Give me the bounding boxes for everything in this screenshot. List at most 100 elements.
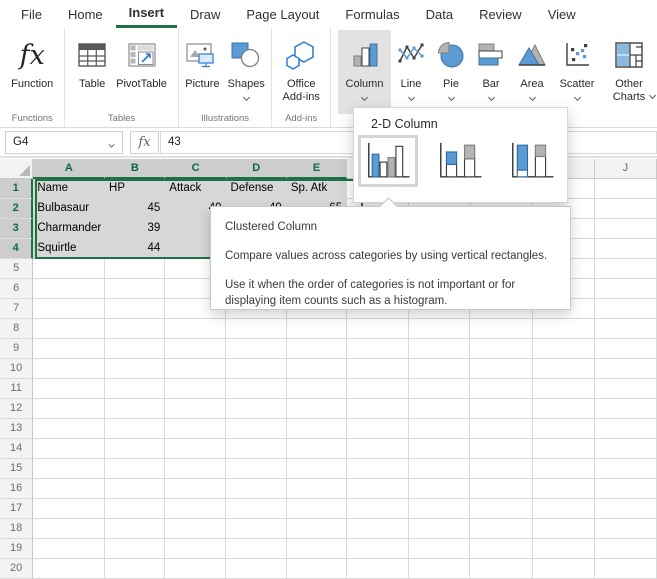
row-header-19[interactable]: 19 — [0, 539, 34, 559]
cell-A13[interactable] — [33, 419, 105, 439]
table-button[interactable]: Table — [72, 30, 112, 91]
cell-B4[interactable]: 44 — [105, 239, 166, 259]
line-dropdown-chevron-icon[interactable] — [407, 94, 416, 102]
cell-F11[interactable] — [347, 379, 410, 399]
cell-E12[interactable] — [286, 399, 348, 419]
cell-I13[interactable] — [532, 419, 595, 439]
row-header-18[interactable]: 18 — [0, 519, 34, 539]
cell-J18[interactable] — [594, 519, 657, 539]
cell-J16[interactable] — [594, 479, 657, 499]
cell-B2[interactable]: 45 — [105, 199, 166, 219]
cell-A19[interactable] — [33, 539, 105, 559]
cell-C9[interactable] — [165, 339, 227, 359]
clustered-column-option[interactable] — [358, 135, 418, 187]
cell-A20[interactable] — [33, 559, 105, 579]
cell-I18[interactable] — [532, 519, 595, 539]
cell-J4[interactable] — [594, 239, 657, 259]
tab-draw[interactable]: Draw — [177, 0, 233, 28]
scatter-dropdown-chevron-icon[interactable] — [573, 94, 582, 102]
cell-G19[interactable] — [409, 539, 471, 559]
cell-C18[interactable] — [165, 519, 227, 539]
row-header-16[interactable]: 16 — [0, 479, 34, 499]
row-header-14[interactable]: 14 — [0, 439, 34, 459]
cell-H15[interactable] — [470, 459, 533, 479]
cell-I16[interactable] — [532, 479, 595, 499]
cell-E14[interactable] — [286, 439, 348, 459]
function-button[interactable]: fx Function — [7, 30, 57, 91]
row-header-11[interactable]: 11 — [0, 379, 34, 399]
row-header-6[interactable]: 6 — [0, 279, 34, 299]
cell-F17[interactable] — [347, 499, 410, 519]
insert-function-button[interactable]: fx — [130, 131, 159, 154]
cell-H13[interactable] — [470, 419, 533, 439]
cell-G12[interactable] — [409, 399, 471, 419]
cell-J6[interactable] — [594, 279, 657, 299]
cell-E15[interactable] — [286, 459, 348, 479]
cell-A5[interactable] — [33, 259, 105, 279]
cell-H20[interactable] — [470, 559, 533, 579]
cell-C8[interactable] — [165, 319, 227, 339]
cell-A7[interactable] — [33, 299, 105, 319]
line-chart-button[interactable]: Line — [391, 30, 431, 102]
cell-E9[interactable] — [286, 339, 348, 359]
cell-J1[interactable] — [594, 179, 657, 199]
cell-J13[interactable] — [594, 419, 657, 439]
cell-B11[interactable] — [104, 379, 166, 399]
cell-C17[interactable] — [165, 499, 227, 519]
100-percent-stacked-column-option[interactable] — [502, 135, 562, 187]
cell-C15[interactable] — [165, 459, 227, 479]
tab-view[interactable]: View — [535, 0, 589, 28]
tab-file[interactable]: File — [8, 0, 55, 28]
cell-B19[interactable] — [104, 539, 166, 559]
cell-I17[interactable] — [532, 499, 595, 519]
cell-E8[interactable] — [286, 319, 348, 339]
name-box[interactable]: G4 — [5, 131, 123, 154]
row-header-13[interactable]: 13 — [0, 419, 34, 439]
cell-H12[interactable] — [470, 399, 533, 419]
cell-I15[interactable] — [532, 459, 595, 479]
cell-I19[interactable] — [532, 539, 595, 559]
cell-A10[interactable] — [33, 359, 105, 379]
cell-B20[interactable] — [104, 559, 166, 579]
office-addins-button[interactable]: Office Add-ins — [273, 30, 329, 104]
cell-F13[interactable] — [347, 419, 410, 439]
name-box-chevron-icon[interactable] — [108, 142, 116, 149]
cell-A17[interactable] — [33, 499, 105, 519]
cell-D19[interactable] — [226, 539, 287, 559]
row-header-10[interactable]: 10 — [0, 359, 34, 379]
tab-data[interactable]: Data — [413, 0, 466, 28]
cell-B5[interactable] — [104, 259, 166, 279]
cell-B18[interactable] — [104, 519, 166, 539]
cell-J15[interactable] — [594, 459, 657, 479]
row-header-2[interactable]: 2 — [0, 199, 34, 219]
row-header-5[interactable]: 5 — [0, 259, 34, 279]
cell-B9[interactable] — [104, 339, 166, 359]
cell-D20[interactable] — [226, 559, 287, 579]
other-charts-dropdown-chevron-icon[interactable] — [648, 92, 657, 100]
cell-A4[interactable]: Squirtle — [33, 239, 106, 259]
cell-G18[interactable] — [409, 519, 471, 539]
cell-I14[interactable] — [532, 439, 595, 459]
row-header-20[interactable]: 20 — [0, 559, 34, 579]
tab-home[interactable]: Home — [55, 0, 116, 28]
cell-E11[interactable] — [286, 379, 348, 399]
cell-B13[interactable] — [104, 419, 166, 439]
column-header-J[interactable]: J — [594, 159, 657, 179]
tab-insert[interactable]: Insert — [115, 0, 178, 28]
cell-G14[interactable] — [409, 439, 471, 459]
cell-E1[interactable]: Sp. Atk — [286, 179, 348, 199]
cell-G9[interactable] — [409, 339, 471, 359]
cell-J2[interactable] — [594, 199, 657, 219]
row-header-8[interactable]: 8 — [0, 319, 34, 339]
cell-F8[interactable] — [347, 319, 410, 339]
cell-J14[interactable] — [594, 439, 657, 459]
cell-E16[interactable] — [286, 479, 348, 499]
row-header-3[interactable]: 3 — [0, 219, 34, 239]
cell-A1[interactable]: Name — [33, 179, 106, 199]
cell-H18[interactable] — [470, 519, 533, 539]
cell-H10[interactable] — [470, 359, 533, 379]
cell-J12[interactable] — [594, 399, 657, 419]
cell-J17[interactable] — [594, 499, 657, 519]
cell-H9[interactable] — [470, 339, 533, 359]
cell-B1[interactable]: HP — [105, 179, 166, 199]
